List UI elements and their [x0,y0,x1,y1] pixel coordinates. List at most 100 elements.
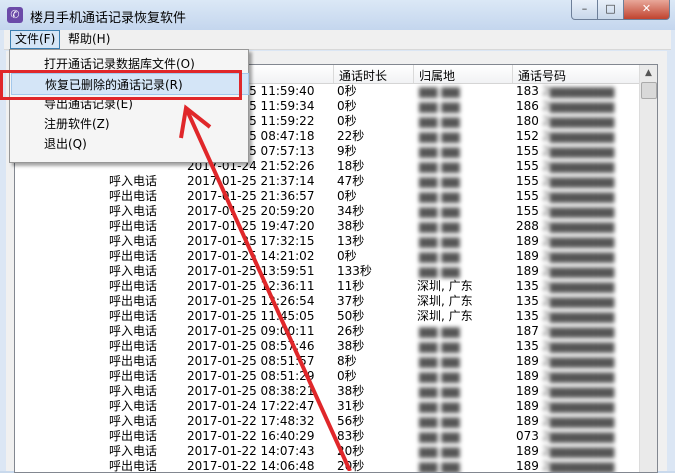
menu-file[interactable]: 文件(F) [10,30,61,49]
table-row[interactable]: 呼出电话 2017-01-25 08:57:46 38秒 ▆▆ ▆▆ 135 2▆▆▆▆▆… [15,339,639,354]
redacted-digits: 2▆▆▆▆▆▆▆ [542,414,615,428]
redacted-location: ▆▆ ▆▆ [419,129,460,143]
redacted-digits: 2▆▆▆▆▆▆▆ [542,339,615,353]
vertical-scrollbar[interactable]: ▲ [639,65,657,472]
call-time-cell: 2017-01-25 14:21:02 [187,249,315,263]
redacted-digits: 2▆▆▆▆▆▆▆ [542,219,615,233]
call-time-cell: 2017-01-25 11:45:05 [187,309,315,323]
redacted-location: ▆▆ ▆▆ [419,99,460,113]
minimize-button[interactable]: – [571,0,598,20]
app-window: ✆ 楼月手机通话记录恢复软件 – □ ✕ 文件(F) 帮助(H) 通话时长 归属… [0,0,675,473]
redacted-digits: 2▆▆▆▆▆▆▆ [542,144,615,158]
redacted-location: ▆▆ ▆▆ [419,234,460,248]
call-duration-cell: 50秒 [337,309,365,323]
table-row[interactable]: 呼出电话 2017-01-25 12:36:11 11秒 深圳, 广东 135 2▆▆▆▆… [15,279,639,294]
call-number-cell: 155 [516,174,539,188]
call-number-cell: 073 [516,429,539,443]
call-type-cell: 呼入电话 [109,234,158,248]
redacted-digits: 2▆▆▆▆▆▆▆ [542,324,615,338]
call-duration-cell: 22秒 [337,129,365,143]
scrollbar-thumb[interactable] [641,82,657,99]
call-duration-cell: 20秒 [337,444,365,458]
table-row[interactable]: 呼入电话 2017-01-22 17:48:32 56秒 ▆▆ ▆▆ 189 2▆▆▆▆▆… [15,414,639,429]
header-number[interactable]: 通话号码 [518,67,566,83]
call-time-cell: 2017-01-25 19:47:20 [187,219,315,233]
redacted-location: ▆▆ ▆▆ [419,414,460,428]
call-number-cell: 189 [516,249,539,263]
redacted-location: ▆▆ ▆▆ [419,339,460,353]
redacted-digits: 2▆▆▆▆▆▆▆ [542,444,615,458]
table-row[interactable]: 呼出电话 2017-01-25 19:47:20 38秒 ▆▆ ▆▆ 288 2▆▆▆▆▆… [15,219,639,234]
redacted-location: ▆▆ ▆▆ [419,264,460,278]
call-number-cell: 187 [516,324,539,338]
table-row[interactable]: 呼出电话 2017-01-22 16:40:29 83秒 ▆▆ ▆▆ 073 2▆▆▆▆▆… [15,429,639,444]
table-row[interactable]: 呼出电话 2017-01-25 21:36:57 0秒 ▆▆ ▆▆ 155 2▆▆▆▆▆▆… [15,189,639,204]
call-type-cell: 呼入电话 [109,384,158,398]
call-time-cell: 2017-01-25 08:57:46 [187,339,315,353]
call-number-cell: 155 [516,159,539,173]
phone-icon: ✆ [7,7,23,23]
call-duration-cell: 47秒 [337,174,365,188]
table-row[interactable]: 呼入电话 2017-01-22 14:07:43 20秒 ▆▆ ▆▆ 189 2▆▆▆▆▆… [15,444,639,459]
call-type-cell: 呼入电话 [109,414,158,428]
file-menu-dropdown: 打开通话记录数据库文件(O) 恢复已删除的通话记录(R) 导出通话记录(E) 注册软件… [9,49,249,163]
redacted-digits: 2▆▆▆▆▆▆▆ [542,354,615,368]
call-duration-cell: 133秒 [337,264,372,278]
call-number-cell: 189 [516,414,539,428]
call-time-cell: 2017-01-25 21:36:57 [187,189,315,203]
table-row[interactable]: 呼入电话 2017-01-25 09:00:11 26秒 ▆▆ ▆▆ 187 2▆▆▆▆▆… [15,324,639,339]
call-number-cell: 288 [516,219,539,233]
table-row[interactable]: 呼出电话 2017-01-25 08:51:29 0秒 ▆▆ ▆▆ 189 2▆▆▆▆▆▆… [15,369,639,384]
call-duration-cell: 34秒 [337,204,365,218]
call-time-cell: 2017-01-25 09:00:11 [187,324,315,338]
table-row[interactable]: 呼出电话 2017-01-25 12:26:54 37秒 深圳, 广东 135 2▆▆▆▆… [15,294,639,309]
redacted-location: ▆▆ ▆▆ [419,159,460,173]
call-type-cell: 呼入电话 [109,324,158,338]
table-row[interactable]: 呼出电话 2017-01-25 11:45:05 50秒 深圳, 广东 135 2▆▆▆▆… [15,309,639,324]
redacted-location: ▆▆ ▆▆ [419,444,460,458]
table-row[interactable]: 呼入电话 2017-01-25 17:32:15 13秒 ▆▆ ▆▆ 189 2▆▆▆▆▆… [15,234,639,249]
redacted-digits: 2▆▆▆▆▆▆▆ [542,99,615,113]
call-type-cell: 呼出电话 [109,294,158,308]
redacted-location: ▆▆ ▆▆ [419,84,460,98]
redacted-location: ▆▆ ▆▆ [419,399,460,413]
table-row[interactable]: 呼出电话 2017-01-25 14:21:02 0秒 ▆▆ ▆▆ 189 2▆▆▆▆▆▆… [15,249,639,264]
call-duration-cell: 0秒 [337,99,357,113]
call-number-cell: 152 [516,129,539,143]
call-duration-cell: 13秒 [337,234,365,248]
redacted-digits: 2▆▆▆▆▆▆▆ [542,249,615,263]
file-menu-item[interactable]: 退出(Q) [11,133,247,153]
call-number-cell: 135 [516,279,539,293]
call-duration-cell: 0秒 [337,189,357,203]
redacted-digits: 2▆▆▆▆▆▆▆ [542,399,615,413]
header-location[interactable]: 归属地 [419,67,455,83]
redacted-digits: 2▆▆▆▆▆▆▆ [542,429,615,443]
table-row[interactable]: 呼入电话 2017-01-25 20:59:20 34秒 ▆▆ ▆▆ 155 2▆▆▆▆▆… [15,204,639,219]
call-duration-cell: 18秒 [337,159,365,173]
menu-help[interactable]: 帮助(H) [64,31,114,48]
call-time-cell: 2017-01-25 08:38:21 [187,384,315,398]
title-bar[interactable]: ✆ 楼月手机通话记录恢复软件 – □ ✕ [0,0,675,30]
redacted-digits: 2▆▆▆▆▆▆▆ [542,309,615,323]
scroll-up-icon[interactable]: ▲ [640,65,657,82]
close-button[interactable]: ✕ [623,0,670,20]
table-row[interactable]: 呼入电话 2017-01-25 13:59:51 133秒 ▆▆ ▆▆ 189 2▆▆▆▆… [15,264,639,279]
call-number-cell: 155 [516,204,539,218]
table-row[interactable]: 呼入电话 2017-01-24 17:22:47 31秒 ▆▆ ▆▆ 189 2▆▆▆▆▆… [15,399,639,414]
call-time-cell: 2017-01-25 17:32:15 [187,234,315,248]
maximize-button[interactable]: □ [597,0,624,20]
call-time-cell: 2017-01-25 12:36:11 [187,279,315,293]
call-time-cell: 2017-01-22 16:40:29 [187,429,315,443]
call-type-cell: 呼出电话 [109,189,158,203]
redacted-digits: 2▆▆▆▆▆▆▆ [542,294,615,308]
table-row[interactable]: 呼入电话 2017-01-25 08:38:21 38秒 ▆▆ ▆▆ 189 2▆▆▆▆▆… [15,384,639,399]
file-menu-item[interactable]: 注册软件(Z) [11,113,247,133]
call-number-cell: 186 [516,99,539,113]
call-type-cell: 呼出电话 [109,369,158,383]
header-duration[interactable]: 通话时长 [339,67,387,83]
call-duration-cell: 0秒 [337,369,357,383]
call-type-cell: 呼出电话 [109,309,158,323]
table-row[interactable]: 呼入电话 2017-01-25 21:37:14 47秒 ▆▆ ▆▆ 155 2▆▆▆▆▆… [15,174,639,189]
table-row[interactable]: 呼出电话 2017-01-25 08:51:57 8秒 ▆▆ ▆▆ 189 2▆▆▆▆▆▆… [15,354,639,369]
menu-item-label: 注册软件(Z) [44,117,110,131]
